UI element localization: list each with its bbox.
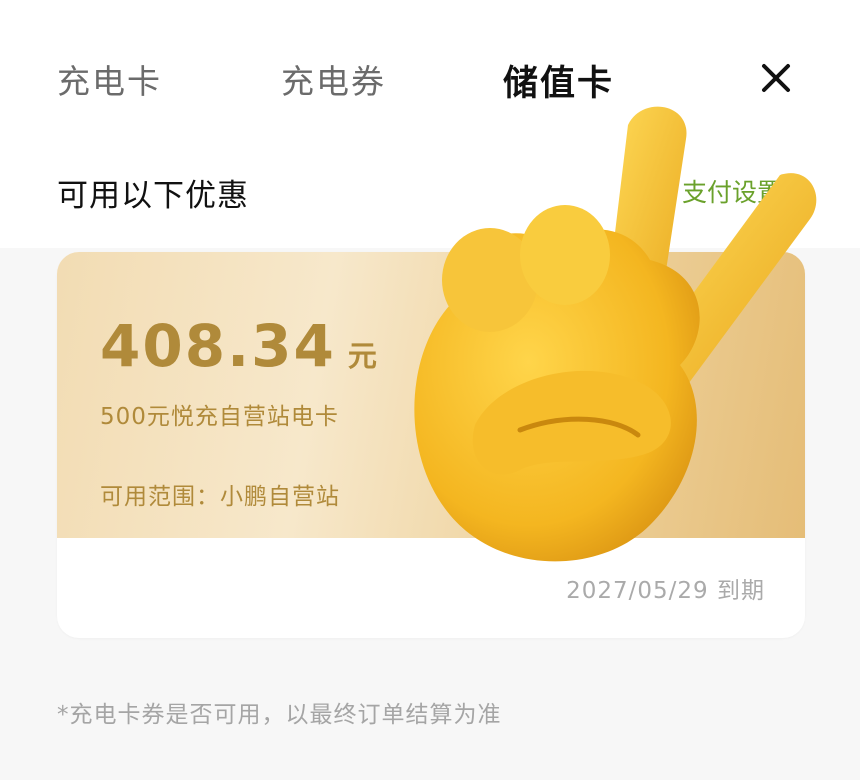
- card-expiry: 2027/05/29 到期: [566, 578, 765, 604]
- tab-bar: 充电卡 充电券 储值卡: [0, 55, 860, 115]
- footnote: *充电卡券是否可用，以最终订单结算为准: [57, 702, 502, 728]
- balance-amount: 408.34: [100, 312, 336, 380]
- balance-unit: 元: [347, 339, 377, 373]
- close-icon: [762, 64, 790, 92]
- tab-stored-value-card[interactable]: 储值卡: [503, 55, 614, 106]
- stored-value-card[interactable]: 408.34 元 500元悦充自营站电卡 可用范围：小鹏自营站 2027/05/2…: [57, 252, 805, 638]
- pay-settings-link[interactable]: 支付设置: [682, 173, 782, 209]
- section-title: 可用以下优惠: [57, 178, 249, 214]
- tab-charging-card[interactable]: 充电卡: [57, 55, 162, 103]
- close-button[interactable]: [756, 58, 796, 98]
- card-name: 500元悦充自营站电卡: [100, 404, 339, 430]
- card-balance: 408.34 元: [100, 312, 377, 380]
- tab-charging-coupon[interactable]: 充电券: [281, 55, 386, 103]
- card-scope: 可用范围：小鹏自营站: [100, 484, 340, 510]
